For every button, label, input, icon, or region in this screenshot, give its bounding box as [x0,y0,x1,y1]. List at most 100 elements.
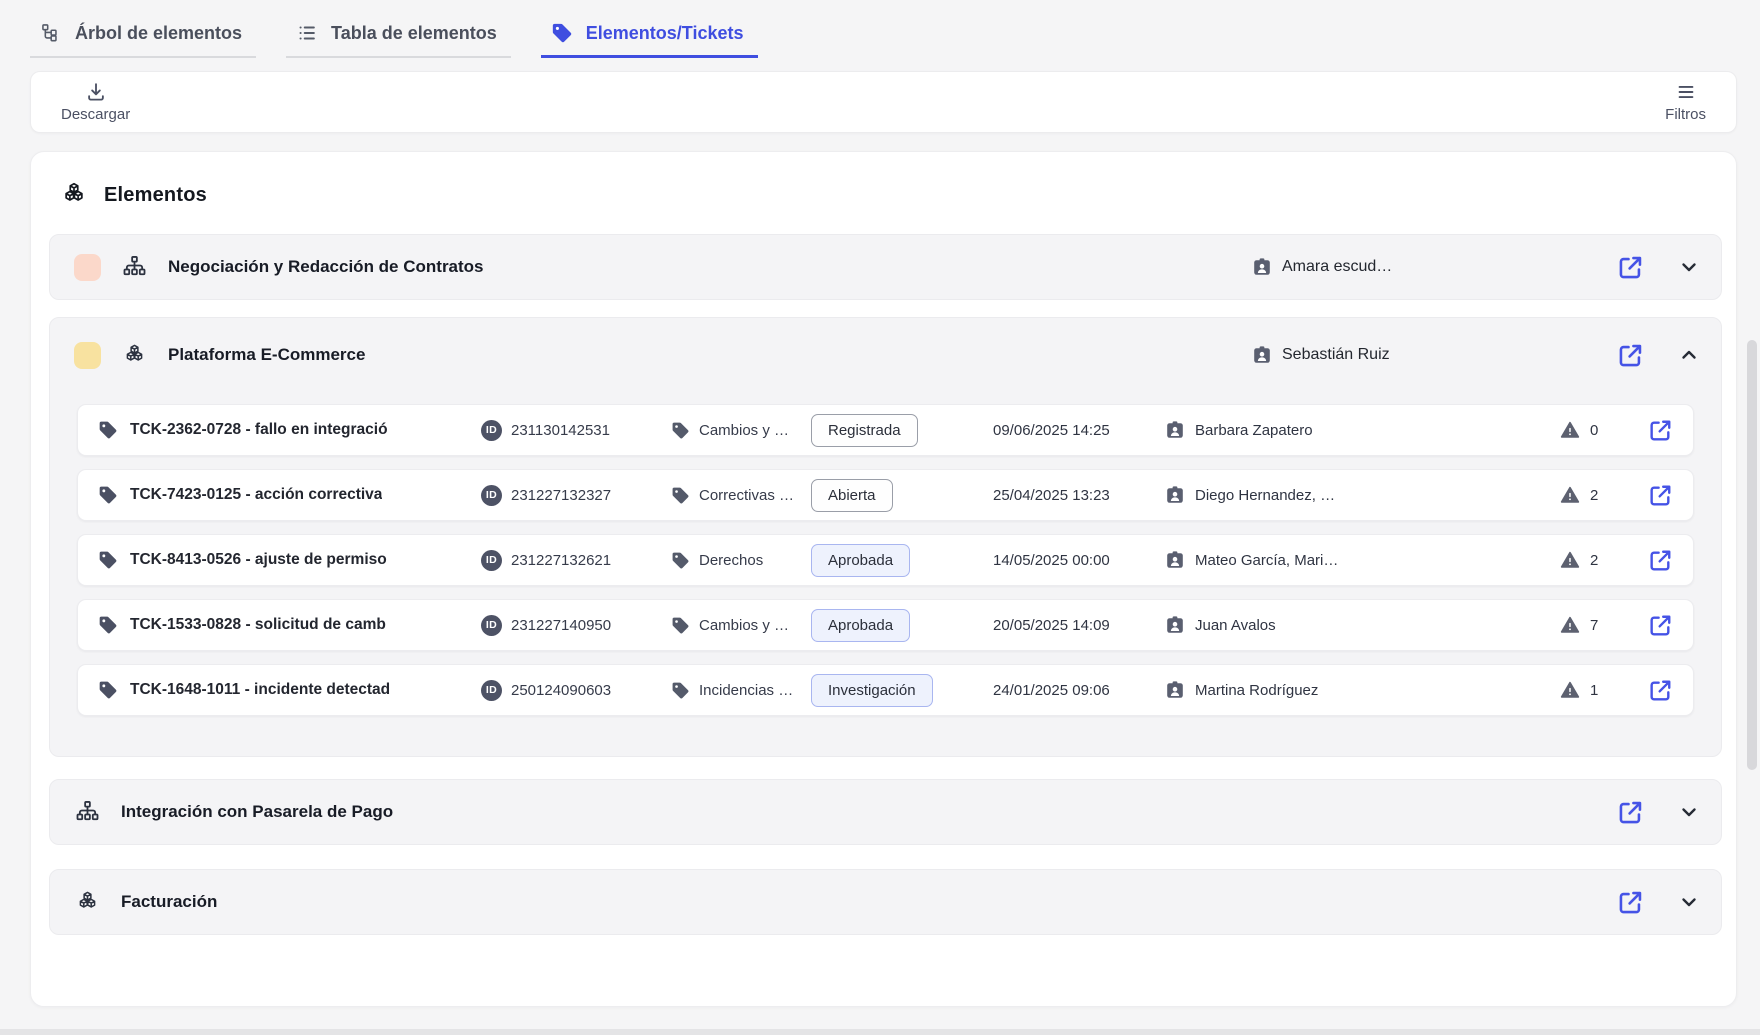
external-link-icon[interactable] [1648,548,1673,573]
id-icon: ID [481,550,502,571]
elements-panel: Elementos Negociación y Redacción de Con… [30,151,1737,1007]
tab-label: Árbol de elementos [75,23,242,44]
ticket-id: 250124090603 [511,682,611,699]
color-swatch [74,254,101,281]
ticket-date: 20/05/2025 14:09 [993,617,1165,634]
external-link-icon[interactable] [1617,254,1644,281]
filter-icon [1675,81,1697,103]
tab-tabla-de-elementos[interactable]: Tabla de elementos [286,10,511,58]
ticket-owner: Mateo García, Mari… [1195,552,1338,569]
cubes-icon [121,342,148,369]
group-header[interactable]: Negociación y Redacción de Contratos Ama… [50,235,1721,299]
alert-count: 2 [1590,487,1598,504]
table-row[interactable]: TCK-7423-0125 - acción correctiva ID 231… [77,469,1694,521]
filters-label: Filtros [1665,106,1706,123]
ticket-category-cell: Derechos [671,551,811,570]
table-row[interactable]: TCK-1648-1011 - incidente detectad ID 25… [77,664,1694,716]
ticket-id-cell: ID 231227132327 [481,485,671,506]
chevron-down-icon[interactable] [1677,890,1701,914]
tab-bar: Árbol de elementos Tabla de elementos El… [0,0,1760,58]
ticket-id: 231227132621 [511,552,611,569]
table-row[interactable]: TCK-2362-0728 - fallo en integració ID 2… [77,404,1694,456]
group-owner: Amara escud… [1252,257,1597,277]
ticket-date: 24/01/2025 09:06 [993,682,1165,699]
ticket-alerts-cell: 7 [1560,615,1635,635]
list-icon [296,22,318,44]
ticket-category-cell: Correctivas … [671,486,811,505]
status-badge: Aprobada [811,609,910,642]
id-icon: ID [481,420,502,441]
ticket-alerts-cell: 0 [1560,420,1635,440]
ticket-id-cell: ID 231130142531 [481,420,671,441]
tag-icon [98,420,118,440]
tab-elementos-tickets[interactable]: Elementos/Tickets [541,10,758,58]
id-icon: ID [481,680,502,701]
tag-icon [98,550,118,570]
ticket-category: Cambios y … [699,617,789,634]
external-link-icon[interactable] [1617,889,1644,916]
ticket-owner-cell: Barbara Zapatero [1165,420,1560,440]
ticket-owner: Martina Rodríguez [1195,682,1318,699]
external-link-icon[interactable] [1648,418,1673,443]
id-icon: ID [481,485,502,506]
cubes-icon [74,889,101,916]
tag-icon [98,485,118,505]
ticket-alerts-cell: 1 [1560,680,1635,700]
tab-arbol-de-elementos[interactable]: Árbol de elementos [30,10,256,58]
ticket-owner: Juan Avalos [1195,617,1276,634]
ticket-owner-cell: Diego Hernandez, … [1165,485,1560,505]
ticket-title-cell: TCK-7423-0125 - acción correctiva [98,485,481,505]
badge-icon [1165,485,1185,505]
badge-icon [1165,550,1185,570]
ticket-category-cell: Cambios y … [671,421,811,440]
external-link-icon[interactable] [1648,613,1673,638]
tag-icon [671,421,690,440]
vertical-scrollbar[interactable] [1747,340,1757,770]
ticket-owner-cell: Juan Avalos [1165,615,1560,635]
group-owner-name: Amara escud… [1282,258,1392,276]
group-header[interactable]: Plataforma E-Commerce Sebastián Ruiz [50,318,1721,392]
badge-icon [1252,257,1272,277]
horizontal-scrollbar[interactable] [0,1029,1760,1035]
status-badge: Aprobada [811,544,910,577]
group-owner-name: Sebastián Ruiz [1282,346,1390,364]
ticket-title-cell: TCK-8413-0526 - ajuste de permiso [98,550,481,570]
group-facturacion: Facturación [49,869,1722,935]
chevron-down-icon[interactable] [1677,800,1701,824]
panel-header: Elementos [59,180,1722,210]
warning-icon [1560,485,1580,505]
download-button[interactable]: Descargar [61,81,130,123]
tag-icon [671,681,690,700]
page-title: Elementos [104,184,207,207]
ticket-alerts-cell: 2 [1560,485,1635,505]
ticket-category: Incidencias … [699,682,793,699]
ticket-title: TCK-7423-0125 - acción correctiva [130,486,382,504]
ticket-title-cell: TCK-2362-0728 - fallo en integració [98,420,481,440]
ticket-id: 231227140950 [511,617,611,634]
warning-icon [1560,550,1580,570]
ticket-owner: Diego Hernandez, … [1195,487,1335,504]
tab-label: Tabla de elementos [331,23,497,44]
table-row[interactable]: TCK-8413-0526 - ajuste de permiso ID 231… [77,534,1694,586]
external-link-icon[interactable] [1648,678,1673,703]
external-link-icon[interactable] [1648,483,1673,508]
group-header[interactable]: Facturación [50,870,1721,934]
tag-icon [671,486,690,505]
status-badge: Abierta [811,479,893,512]
table-row[interactable]: TCK-1533-0828 - solicitud de camb ID 231… [77,599,1694,651]
group-title: Integración con Pasarela de Pago [121,802,393,822]
chevron-down-icon[interactable] [1677,255,1701,279]
external-link-icon[interactable] [1617,342,1644,369]
badge-icon [1165,615,1185,635]
warning-icon [1560,680,1580,700]
alert-count: 2 [1590,552,1598,569]
ticket-list: TCK-2362-0728 - fallo en integració ID 2… [50,392,1721,756]
status-badge: Investigación [811,674,933,707]
warning-icon [1560,615,1580,635]
external-link-icon[interactable] [1617,799,1644,826]
toolbar: Descargar Filtros [30,71,1737,133]
group-title: Plataforma E-Commerce [168,345,365,365]
group-header[interactable]: Integración con Pasarela de Pago [50,780,1721,844]
filters-button[interactable]: Filtros [1665,81,1706,123]
chevron-up-icon[interactable] [1677,343,1701,367]
